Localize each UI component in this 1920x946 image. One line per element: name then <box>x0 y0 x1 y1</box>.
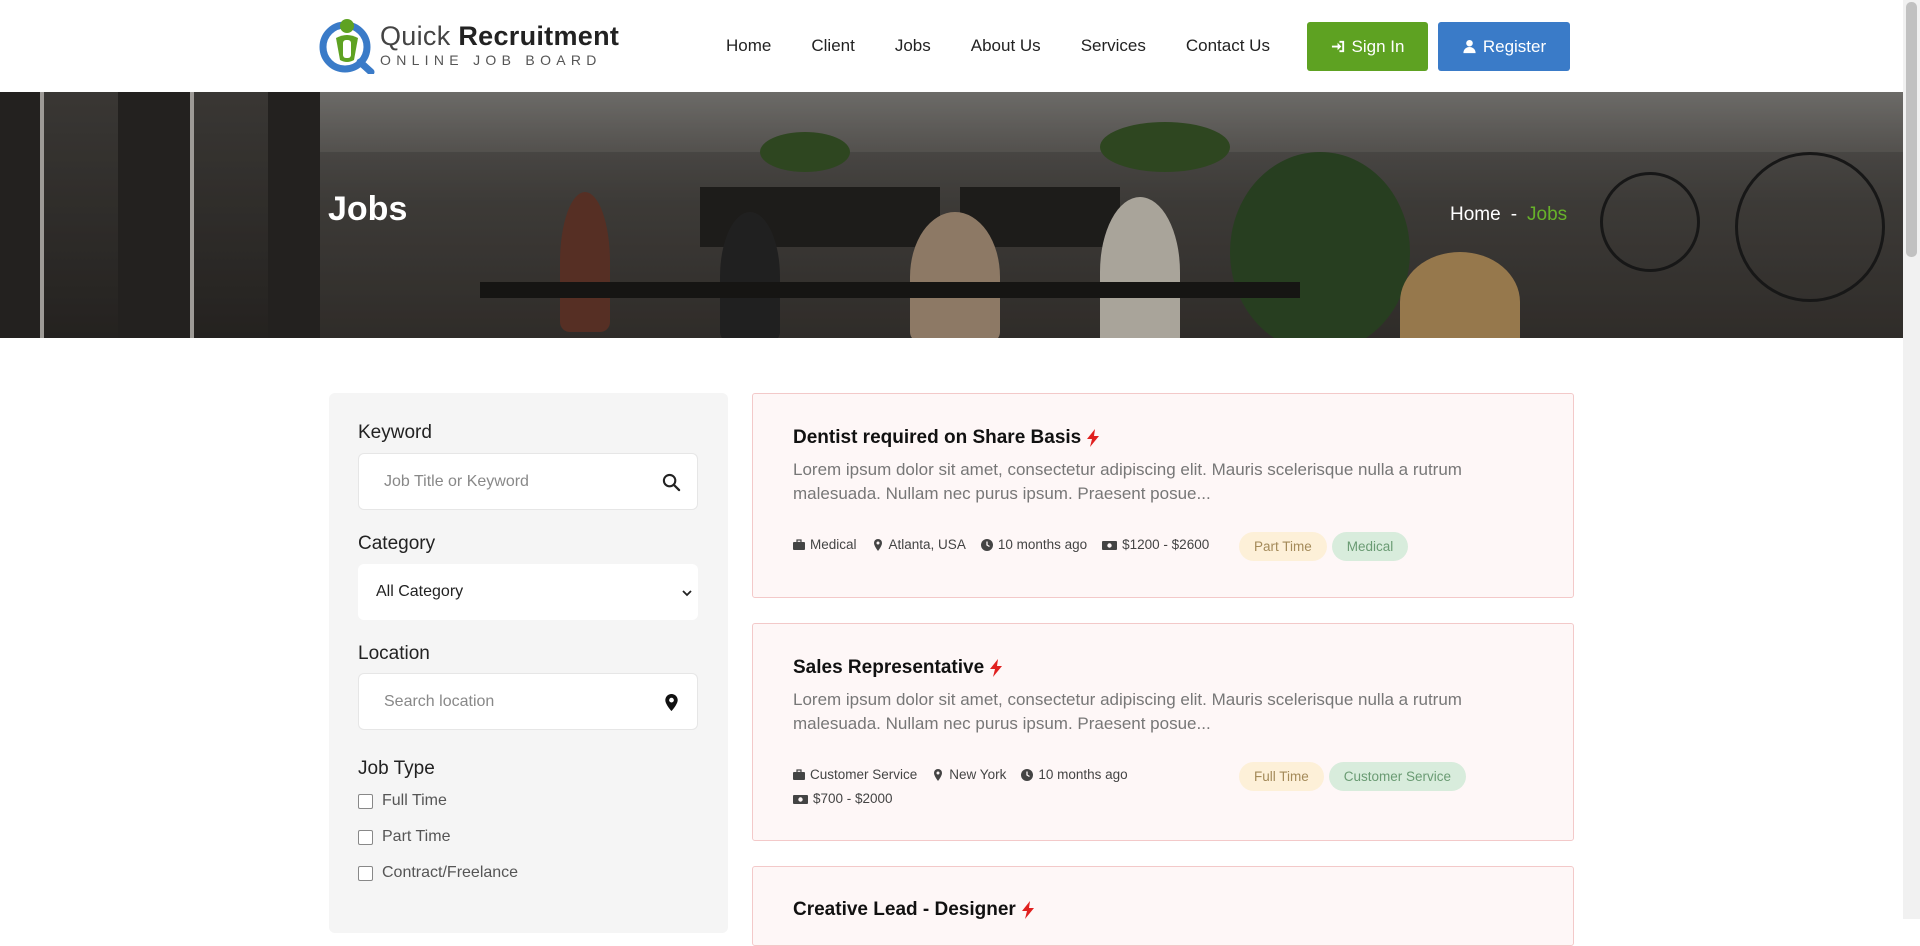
job-type-option-label: Contract/Freelance <box>382 864 519 881</box>
user-icon <box>1463 39 1476 54</box>
breadcrumb-separator: - <box>1510 204 1518 225</box>
clock-icon <box>1021 768 1034 781</box>
brand-tagline: ONLINE JOB BOARD <box>380 52 602 68</box>
job-description: Lorem ipsum dolor sit amet, consectetur … <box>793 690 1462 733</box>
job-category: Customer Service <box>810 767 918 782</box>
job-type-option[interactable]: Contract/Freelance <box>358 864 518 882</box>
search-icon[interactable] <box>662 473 681 492</box>
lightning-icon <box>1087 429 1100 447</box>
job-posted: 10 months ago <box>1038 767 1128 782</box>
money-icon <box>1102 540 1118 550</box>
breadcrumb-home[interactable]: Home <box>1450 204 1501 226</box>
brand-name-bold: Recruitment <box>458 21 620 51</box>
site-logo[interactable]: Quick Recruitment ONLINE JOB BOARD <box>318 14 619 76</box>
chevron-down-icon <box>682 590 692 597</box>
sign-in-button[interactable]: Sign In <box>1307 22 1428 71</box>
banner-overlay <box>0 92 1903 338</box>
keyword-label: Keyword <box>358 422 432 443</box>
job-category: Medical <box>810 537 857 552</box>
register-label: Register <box>1482 36 1547 56</box>
job-type-option[interactable]: Full Time <box>358 792 447 810</box>
job-type-option[interactable]: Part Time <box>358 828 450 846</box>
job-tags: Part Time Medical <box>1239 532 1409 561</box>
page-title: Jobs <box>328 190 408 228</box>
job-posted: 10 months ago <box>997 537 1088 552</box>
job-card[interactable]: Sales Representative Lorem ipsum dolor s… <box>752 623 1574 841</box>
job-type-option-label: Part Time <box>382 828 451 845</box>
nav-about-us[interactable]: About Us <box>971 36 1041 56</box>
job-title-text: Creative Lead - Designer <box>793 899 1016 920</box>
sign-in-label: Sign In <box>1351 36 1405 56</box>
nav-client[interactable]: Client <box>811 36 854 56</box>
briefcase-icon <box>793 768 805 780</box>
keyword-input[interactable]: Job Title or Keyword <box>358 453 698 510</box>
breadcrumb-current: Jobs <box>1527 204 1568 225</box>
job-type-tag[interactable]: Part Time <box>1239 532 1327 561</box>
location-input[interactable]: Search location <box>358 673 698 730</box>
logo-icon <box>318 16 376 76</box>
job-type-tag[interactable]: Full Time <box>1239 762 1324 791</box>
checkbox[interactable] <box>358 865 373 881</box>
nav-jobs[interactable]: Jobs <box>895 36 931 56</box>
briefcase-icon <box>793 538 805 550</box>
job-salary: $1200 - $2600 <box>1122 537 1210 552</box>
nav-services[interactable]: Services <box>1081 36 1146 56</box>
sign-in-icon <box>1331 40 1344 53</box>
site-header: Quick Recruitment ONLINE JOB BOARD Home … <box>0 0 1903 92</box>
breadcrumb: Home - Jobs <box>1450 204 1567 226</box>
job-card[interactable]: Dentist required on Share Basis Lorem ip… <box>752 393 1574 598</box>
register-button[interactable]: Register <box>1438 22 1570 71</box>
job-meta: Medical Atlanta, USA 10 months ago $1200… <box>793 537 1224 552</box>
job-title-text: Sales Representative <box>793 657 985 678</box>
map-pin-icon <box>665 693 678 712</box>
filter-sidebar: Keyword Job Title or Keyword Category Al… <box>329 393 728 933</box>
location-label: Location <box>358 643 430 664</box>
job-type-option-label: Full Time <box>382 792 447 809</box>
job-card[interactable]: Creative Lead - Designer <box>752 866 1574 946</box>
map-pin-icon <box>873 538 882 551</box>
keyword-placeholder: Job Title or Keyword <box>384 472 529 490</box>
job-location: New York <box>949 767 1007 782</box>
lightning-icon <box>990 659 1003 677</box>
job-category-tag[interactable]: Medical <box>1331 532 1409 561</box>
page-banner: Jobs Home - Jobs <box>0 92 1903 338</box>
job-title[interactable]: Sales Representative <box>793 657 1003 679</box>
map-pin-icon <box>934 768 943 781</box>
category-select[interactable]: All Category <box>358 564 698 620</box>
job-type-label: Job Type <box>358 758 435 779</box>
job-description: Lorem ipsum dolor sit amet, consectetur … <box>793 460 1462 503</box>
job-title-text: Dentist required on Share Basis <box>793 427 1082 448</box>
nav-home[interactable]: Home <box>726 36 771 56</box>
job-category-tag[interactable]: Customer Service <box>1328 762 1467 791</box>
location-placeholder: Search location <box>384 692 495 710</box>
category-label: Category <box>358 533 436 554</box>
nav-contact-us[interactable]: Contact Us <box>1186 36 1270 56</box>
job-salary: $700 - $2000 <box>813 791 893 806</box>
job-tags: Full Time Customer Service <box>1239 762 1467 791</box>
job-meta: Customer Service New York 10 months ago … <box>793 767 1193 806</box>
scrollbar-thumb[interactable] <box>1906 2 1917 257</box>
job-location: Atlanta, USA <box>888 537 966 552</box>
brand-name-light: Quick <box>380 21 451 51</box>
clock-icon <box>980 538 993 551</box>
category-selected: All Category <box>376 583 464 600</box>
job-title[interactable]: Creative Lead - Designer <box>793 899 1035 921</box>
checkbox[interactable] <box>358 793 373 809</box>
page-scrollbar[interactable] <box>1903 0 1920 919</box>
lightning-icon <box>1021 901 1034 919</box>
checkbox[interactable] <box>358 829 373 845</box>
money-icon <box>793 794 808 804</box>
job-title[interactable]: Dentist required on Share Basis <box>793 427 1100 449</box>
main-nav: Home Client Jobs About Us Services Conta… <box>726 0 1270 92</box>
